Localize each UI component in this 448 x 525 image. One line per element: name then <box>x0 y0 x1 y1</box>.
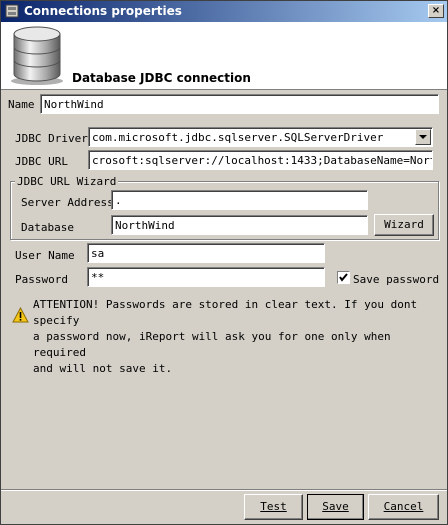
name-field[interactable]: NorthWind <box>40 94 439 114</box>
user-name-field[interactable]: sa <box>87 243 325 263</box>
save-button[interactable]: Save <box>307 494 364 520</box>
save-button-label: Save <box>322 500 349 513</box>
test-button-label: Test <box>260 500 287 513</box>
attention-note: ATTENTION! Passwords are stored in clear… <box>33 298 418 375</box>
database-label: Database <box>21 221 74 234</box>
chevron-down-icon <box>419 135 427 139</box>
wizard-button[interactable]: Wizard <box>374 214 434 236</box>
user-name-label: User Name <box>15 249 75 262</box>
title-bar[interactable]: Connections properties × <box>1 1 447 22</box>
jdbc-url-field[interactable]: crosoft:sqlserver://localhost:1433;Datab… <box>88 150 433 170</box>
dropdown-button[interactable] <box>415 129 431 145</box>
jdbc-url-label: JDBC URL <box>15 155 68 168</box>
jdbc-url-wizard-legend: JDBC URL Wizard <box>15 175 119 188</box>
save-password-checkbox[interactable] <box>337 271 350 284</box>
database-field[interactable]: NorthWind <box>111 215 368 235</box>
app-icon <box>5 4 19 18</box>
name-label: Name <box>8 98 35 111</box>
cancel-button-label: Cancel <box>383 500 424 513</box>
password-label: Password <box>15 273 68 286</box>
server-address-field[interactable]: . <box>111 190 368 210</box>
server-address-label: Server Address <box>21 196 114 209</box>
separator <box>1 489 447 491</box>
checkmark-icon <box>339 273 348 282</box>
cancel-button[interactable]: Cancel <box>368 494 439 520</box>
window-title: Connections properties <box>24 4 182 18</box>
save-password-label: Save password <box>353 273 440 286</box>
warning-icon <box>12 307 29 323</box>
password-field[interactable]: ** <box>87 267 325 287</box>
test-button[interactable]: Test <box>244 494 303 520</box>
close-button[interactable]: × <box>428 4 444 18</box>
jdbc-driver-value: com.microsoft.jdbc.sqlserver.SQLServerDr… <box>92 131 384 144</box>
header-title: Database JDBC connection <box>72 71 251 85</box>
jdbc-driver-select[interactable]: com.microsoft.jdbc.sqlserver.SQLServerDr… <box>88 127 433 147</box>
jdbc-driver-label: JDBC Driver <box>15 132 88 145</box>
database-icon <box>11 26 63 85</box>
header-banner: Database JDBC connection <box>1 22 447 90</box>
connections-dialog: Connections properties × Database JDBC c… <box>0 0 448 525</box>
